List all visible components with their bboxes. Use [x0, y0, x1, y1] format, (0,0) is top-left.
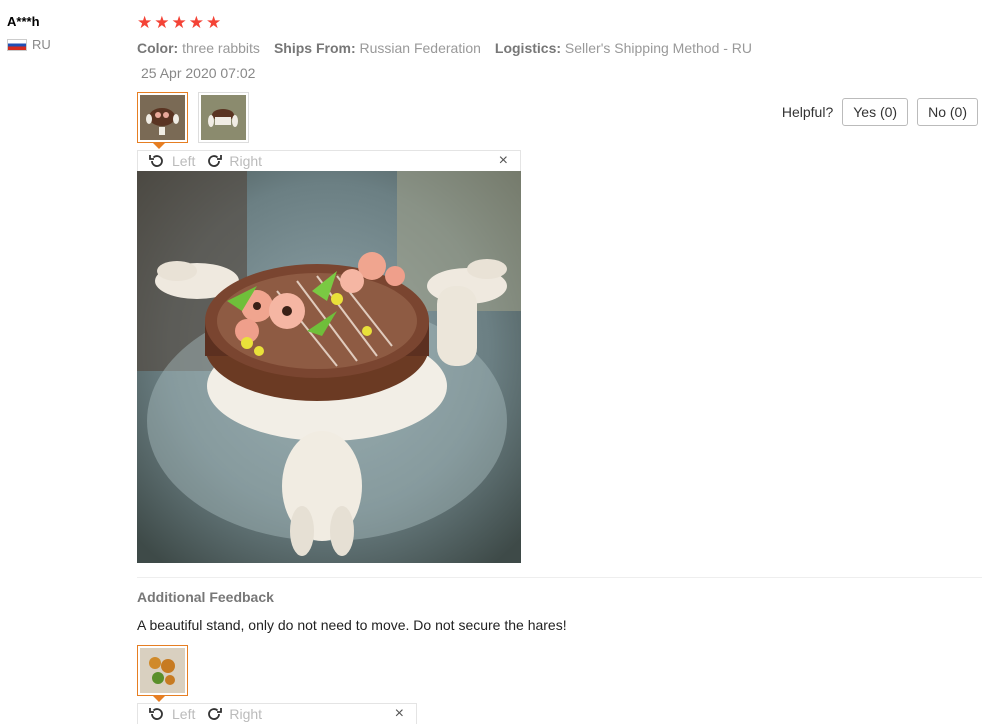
star-icon: ★	[206, 13, 222, 32]
rotate-right-icon	[208, 155, 223, 167]
close-viewer-icon[interactable]: ×	[499, 152, 508, 170]
rotate-left-button[interactable]: Left	[148, 153, 195, 169]
rotate-left-icon	[149, 708, 163, 720]
photo-viewer-toolbar: Left Right ×	[137, 150, 521, 171]
additional-thumbnails	[137, 645, 188, 702]
rating-stars: ★ ★ ★ ★ ★	[137, 14, 221, 32]
star-icon: ★	[154, 13, 170, 32]
reviewer-info: A***h RU	[7, 14, 51, 52]
rotate-left-button[interactable]: Left	[148, 706, 195, 722]
review-photo-large	[137, 171, 521, 563]
reviewer-country: RU	[7, 37, 51, 52]
helpful-no-button[interactable]: No (0)	[917, 98, 978, 126]
star-icon: ★	[137, 13, 153, 32]
rotate-right-button[interactable]: Right	[205, 706, 262, 722]
additional-feedback-title: Additional Feedback	[137, 589, 274, 605]
rotate-left-icon	[149, 155, 163, 167]
star-icon: ★	[171, 13, 187, 32]
star-icon: ★	[188, 13, 204, 32]
meta-color: Color: three rabbits	[137, 40, 260, 56]
helpful-section: Helpful? Yes (0) No (0)	[782, 98, 978, 126]
additional-photo-thumbnail-1[interactable]	[137, 645, 188, 702]
review-date: 25 Apr 2020 07:02	[141, 65, 256, 81]
close-viewer-icon[interactable]: ×	[395, 705, 404, 723]
helpful-yes-button[interactable]: Yes (0)	[842, 98, 909, 126]
rotate-right-icon	[208, 708, 223, 720]
meta-ships-from: Ships From: Russian Federation	[273, 40, 481, 56]
helpful-label: Helpful?	[781, 104, 834, 120]
additional-photo-viewer-toolbar: Left Right ×	[137, 703, 417, 724]
russia-flag-icon	[7, 38, 27, 51]
divider	[137, 577, 982, 578]
reviewer-name: A***h	[7, 14, 40, 29]
rotate-right-button[interactable]: Right	[205, 153, 262, 169]
meta-logistics: Logistics: Seller's Shipping Method - RU	[494, 40, 753, 56]
review-photo-thumbnail-1[interactable]	[137, 92, 188, 149]
review-photo-thumbnail-2[interactable]	[198, 92, 249, 143]
additional-feedback-text: A beautiful stand, only do not need to m…	[137, 617, 567, 633]
review-thumbnails	[137, 92, 249, 149]
country-code: RU	[32, 37, 51, 52]
order-meta: Color: three rabbits Ships From: Russian…	[137, 40, 752, 56]
